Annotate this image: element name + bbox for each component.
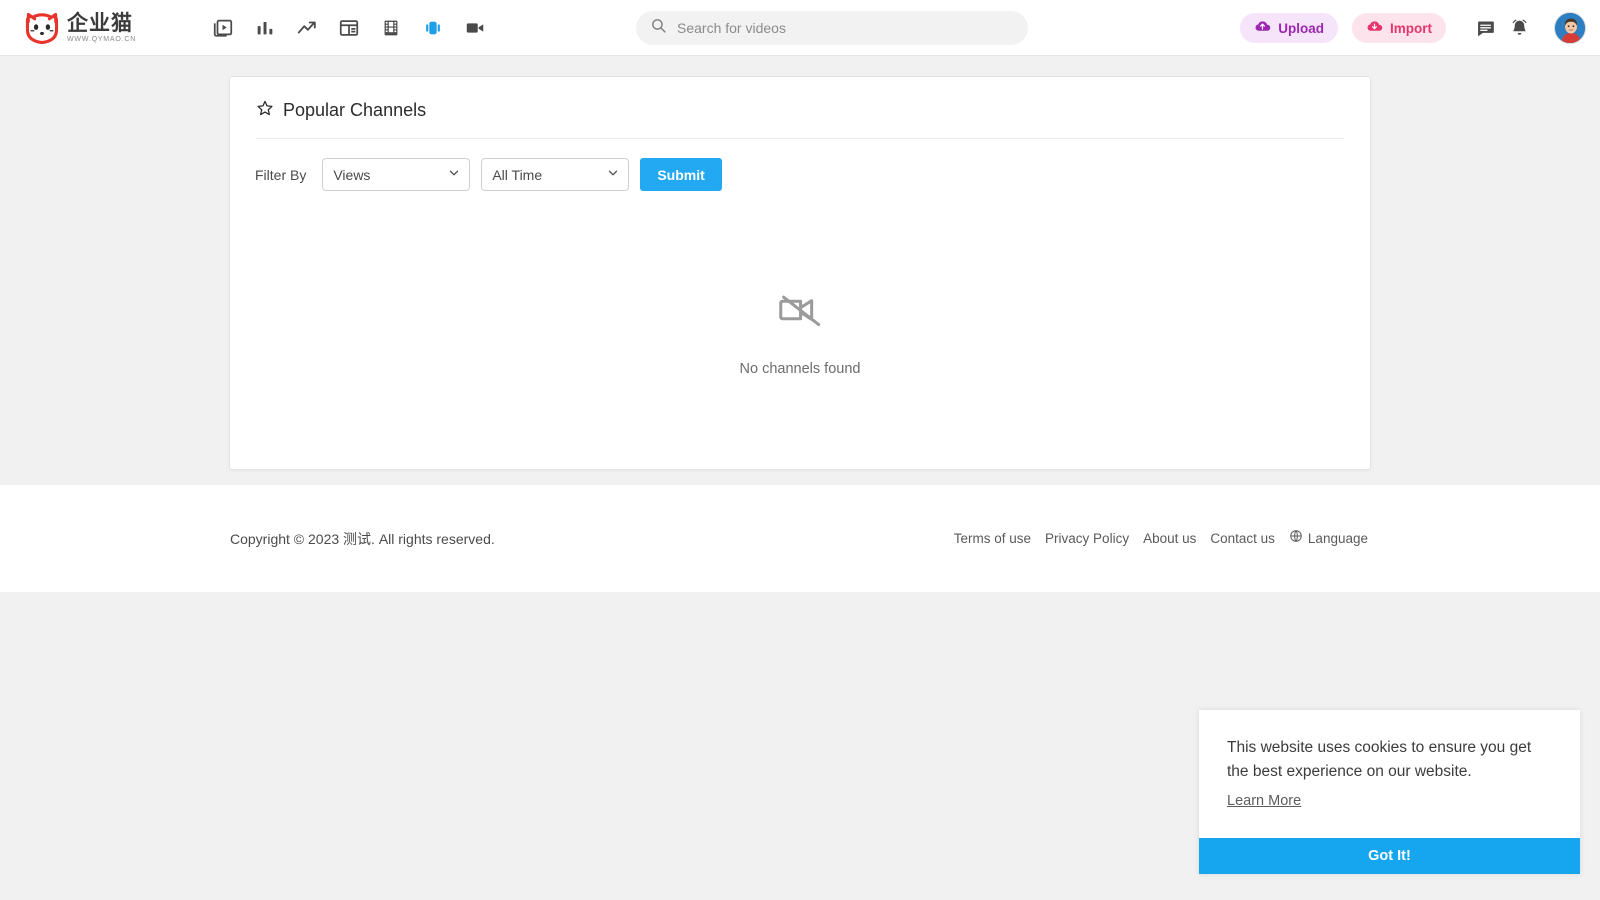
notifications-bell-icon[interactable]	[1502, 11, 1536, 45]
nav-video-camera-icon[interactable]	[454, 8, 496, 48]
popular-channels-card: Popular Channels Filter By Views All Tim…	[229, 76, 1371, 470]
app-header: 企业猫 WWW.QYMAO.CN	[0, 0, 1600, 56]
import-button[interactable]: Import	[1352, 13, 1446, 43]
user-avatar[interactable]	[1554, 12, 1586, 44]
search-icon	[650, 17, 667, 39]
upload-button[interactable]: Upload	[1240, 13, 1338, 43]
nav-layout-grid-icon[interactable]	[328, 8, 370, 48]
footer-link-contact[interactable]: Contact us	[1210, 531, 1275, 546]
header-actions: Upload Import	[1240, 0, 1586, 56]
empty-state-text: No channels found	[740, 361, 861, 377]
site-footer: Copyright © 2023 测试. All rights reserved…	[0, 485, 1600, 592]
site-logo[interactable]: 企业猫 WWW.QYMAO.CN	[22, 6, 150, 50]
cat-logo-icon	[22, 9, 62, 47]
submit-button[interactable]: Submit	[640, 158, 721, 191]
logo-name-cn: 企业猫	[67, 12, 136, 34]
copyright-text: Copyright © 2023 测试. All rights reserved…	[230, 529, 495, 549]
time-range-select[interactable]: All Time	[481, 158, 629, 191]
import-button-label: Import	[1390, 21, 1432, 36]
primary-nav	[202, 8, 496, 48]
footer-link-about[interactable]: About us	[1143, 531, 1196, 546]
footer-links: Terms of use Privacy Policy About us Con…	[954, 529, 1368, 548]
logo-text: 企业猫 WWW.QYMAO.CN	[67, 12, 136, 44]
search-bar[interactable]	[636, 11, 1028, 45]
video-camera-off-icon	[772, 282, 828, 343]
time-select-wrap: All Time	[481, 158, 629, 191]
footer-link-terms[interactable]: Terms of use	[954, 531, 1031, 546]
cookie-message: This website uses cookies to ensure you …	[1227, 736, 1552, 784]
cloud-download-icon	[1366, 18, 1383, 38]
nav-channels-icon[interactable]	[412, 8, 454, 48]
star-icon	[256, 99, 274, 122]
page-body: Popular Channels Filter By Views All Tim…	[0, 56, 1600, 485]
logo-url: WWW.QYMAO.CN	[67, 35, 136, 44]
page-title: Popular Channels	[256, 99, 1370, 122]
page-title-text: Popular Channels	[283, 100, 426, 121]
nav-film-strip-icon[interactable]	[370, 8, 412, 48]
globe-icon	[1289, 529, 1303, 548]
footer-link-privacy[interactable]: Privacy Policy	[1045, 531, 1129, 546]
upload-button-label: Upload	[1278, 21, 1324, 36]
cookie-consent-banner: This website uses cookies to ensure you …	[1199, 710, 1580, 874]
sort-select-wrap: Views	[322, 158, 470, 191]
filter-bar: Filter By Views All Time Submit	[255, 158, 1370, 191]
nav-video-library-icon[interactable]	[202, 8, 244, 48]
language-label: Language	[1308, 531, 1368, 546]
nav-analytics-bar-chart-icon[interactable]	[244, 8, 286, 48]
cloud-upload-icon	[1254, 18, 1271, 38]
language-selector[interactable]: Language	[1289, 529, 1368, 548]
sort-select[interactable]: Views	[322, 158, 470, 191]
filter-by-label: Filter By	[255, 167, 306, 183]
empty-state: No channels found	[230, 282, 1370, 377]
card-divider	[256, 138, 1344, 139]
search-input[interactable]	[677, 20, 1007, 36]
cookie-learn-more-link[interactable]: Learn More	[1227, 793, 1301, 809]
messages-icon[interactable]	[1468, 11, 1502, 45]
cookie-accept-button[interactable]: Got It!	[1199, 838, 1580, 874]
nav-trending-up-icon[interactable]	[286, 8, 328, 48]
